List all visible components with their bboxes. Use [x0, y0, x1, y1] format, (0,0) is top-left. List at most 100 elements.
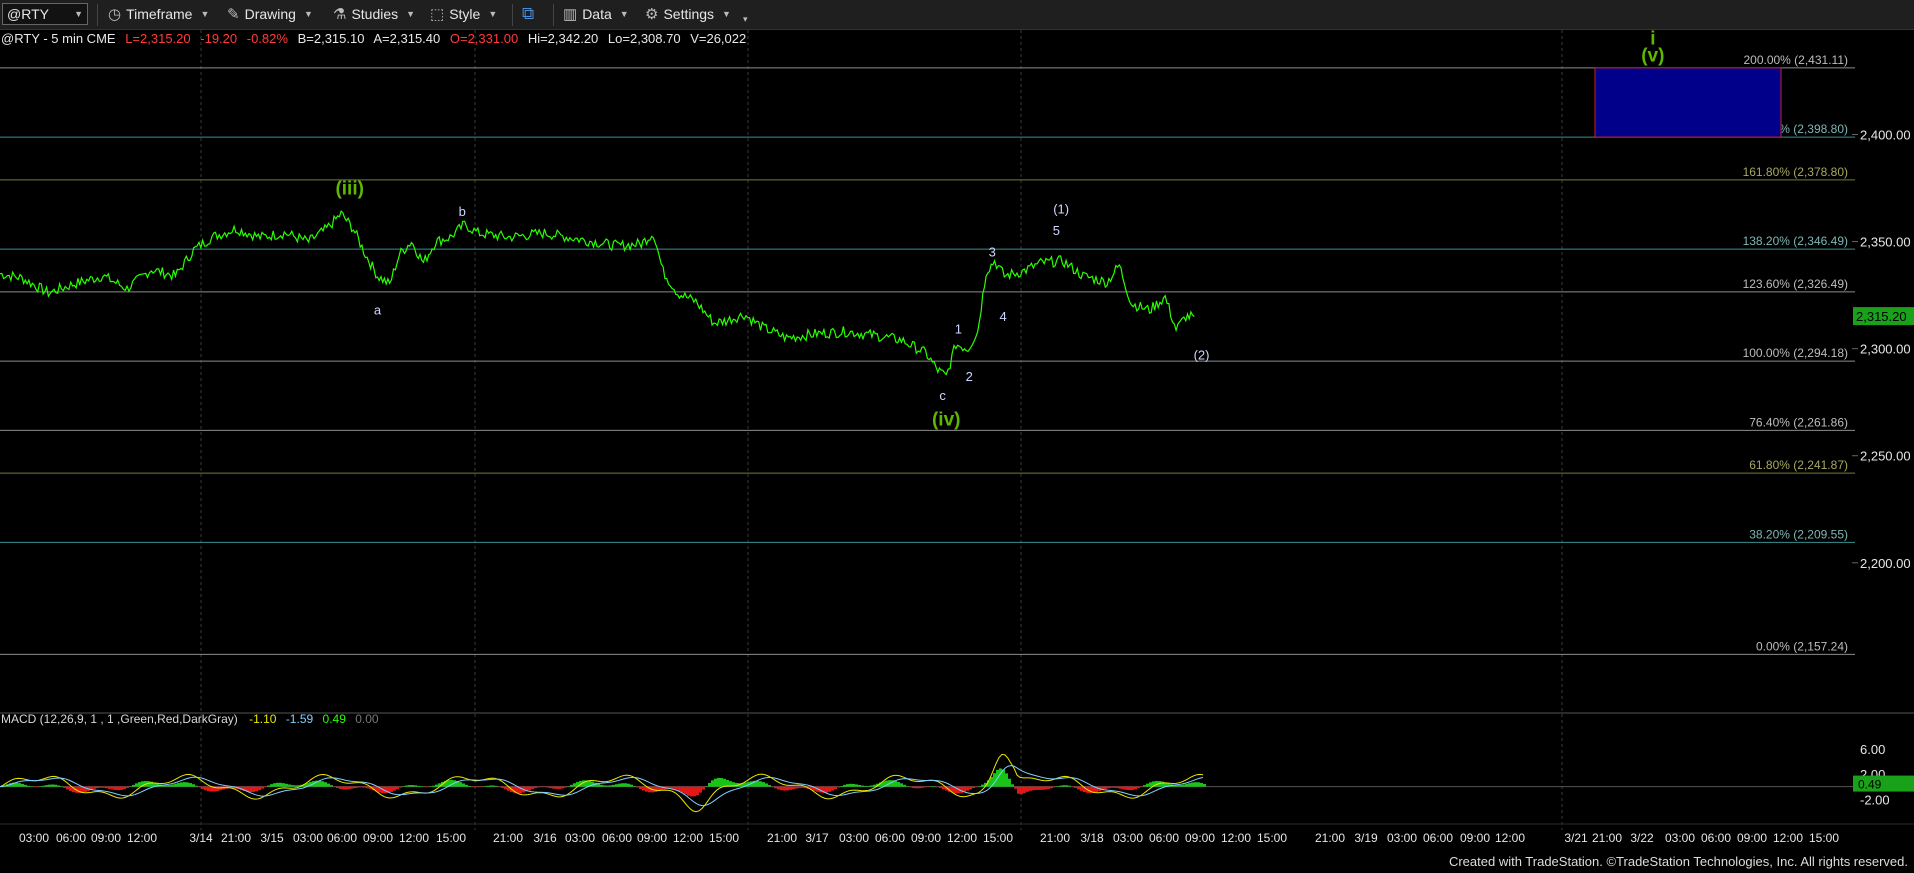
overflow-caret-icon[interactable]: ▾ [743, 8, 748, 30]
macd-histogram-bar [768, 785, 771, 787]
wave-label: a [374, 302, 382, 317]
macd-histogram-bar [609, 785, 612, 787]
macd-histogram-bar [426, 786, 429, 788]
macd-histogram-bar [354, 786, 357, 788]
macd-histogram-bar [330, 785, 333, 787]
macd-histogram-bar [1200, 782, 1203, 787]
time-axis-label: 03:00 [1387, 831, 1417, 845]
macd-histogram-bar [201, 786, 204, 789]
timeframe-menu[interactable]: ◷ Timeframe ▼ [108, 3, 209, 25]
chevron-down-icon: ▼ [200, 9, 210, 19]
macd-label: MACD (12,26,9, 1 , 1 ,Green,Red,DarkGray… [1, 712, 238, 726]
macd-histogram-bar [414, 785, 417, 787]
macd-histogram-bar [675, 786, 678, 790]
wave-label: 5 [1053, 223, 1060, 238]
wave-label: b [459, 204, 466, 219]
macd-histogram-bar [51, 784, 54, 787]
time-axis-label: 09:00 [637, 831, 667, 845]
style-menu[interactable]: ⬚ Style ▼ [430, 3, 497, 25]
macd-histogram-bar [195, 785, 198, 787]
price-chart[interactable]: 200.00% (2,431.11)176.40% (2,398.80)161.… [0, 30, 1914, 873]
macd-signal-value: -1.59 [286, 712, 314, 726]
macd-histogram-bar [774, 786, 777, 789]
time-axis-label: 12:00 [1221, 831, 1251, 845]
time-axis-label: 06:00 [875, 831, 905, 845]
macd-histogram-bar [792, 786, 795, 790]
macd-histogram-bar [561, 786, 564, 789]
macd-histogram-bar [105, 786, 108, 789]
macd-histogram-bar [642, 786, 645, 791]
macd-histogram-bar [972, 786, 975, 788]
quote-header: @RTY - 5 min CME L=2,315.20 -19.20 -0.82… [1, 31, 746, 46]
macd-histogram-bar [408, 785, 411, 787]
chevron-down-icon: ▼ [406, 9, 416, 19]
macd-histogram-bar [858, 785, 861, 787]
macd-histogram-bar [336, 786, 339, 789]
macd-histogram-bar [129, 786, 132, 787]
macd-histogram-bar [45, 785, 48, 787]
macd-histogram-bar [1062, 785, 1065, 787]
macd-histogram-bar [864, 785, 867, 787]
time-axis-label: 12:00 [1495, 831, 1525, 845]
macd-histogram-bar [249, 786, 252, 793]
macd-histogram-bar [270, 784, 273, 787]
macd-histogram-bar [123, 786, 126, 790]
macd-histogram-bar [978, 786, 981, 787]
drawing-menu[interactable]: ✎ Drawing ▼ [227, 3, 313, 25]
time-axis-label: 03:00 [1665, 831, 1695, 845]
macd-histogram-bar [1041, 786, 1044, 790]
chevron-down-icon: ▼ [74, 9, 83, 19]
time-axis-label: 15:00 [709, 831, 739, 845]
time-axis-label: 3/17 [805, 831, 829, 845]
macd-histogram-bar [690, 786, 693, 797]
macd-histogram-bar [435, 784, 438, 787]
macd-histogram-bar [567, 786, 570, 787]
macd-histogram-bar [1113, 786, 1116, 788]
macd-histogram-bar [624, 783, 627, 787]
macd-histogram-bar [342, 786, 345, 790]
macd-zero-value: 0.00 [355, 712, 379, 726]
macd-histogram-bar [486, 785, 489, 787]
layout-icon: ⧉ [522, 4, 535, 23]
macd-histogram-bar [1077, 786, 1080, 790]
macd-histogram-bar [57, 785, 60, 787]
macd-histogram-bar [360, 786, 363, 788]
macd-histogram-bar [291, 785, 294, 787]
macd-histogram-bar [903, 784, 906, 787]
macd-histogram-bar [786, 786, 789, 791]
macd-histogram-bar [720, 777, 723, 787]
macd-histogram-bar [1191, 782, 1194, 787]
wave-label: (iii) [335, 178, 364, 199]
fib-level-label: 38.20% (2,209.55) [1749, 527, 1848, 541]
macd-histogram-bar [390, 786, 393, 792]
macd-histogram-bar [714, 778, 717, 787]
studies-menu[interactable]: ⚗ Studies ▼ [333, 3, 415, 25]
macd-histogram-bar [639, 786, 642, 790]
macd-histogram-bar [975, 786, 978, 788]
macd-histogram-bar [120, 786, 123, 790]
high-price: Hi=2,342.20 [528, 31, 598, 46]
macd-histogram-bar [465, 784, 468, 787]
clock-icon: ◷ [108, 6, 122, 23]
macd-histogram-bar [498, 786, 501, 788]
macd-histogram-bar [1050, 786, 1053, 789]
symbol-selector[interactable]: @RTY ▼ [2, 3, 88, 25]
macd-histogram-bar [1023, 786, 1026, 794]
data-menu[interactable]: ▥ Data ▼ [563, 3, 629, 25]
bid-price: B=2,315.10 [298, 31, 365, 46]
macd-histogram-bar [1119, 786, 1122, 789]
macd-histogram-bar [285, 783, 288, 787]
macd-histogram-bar [636, 786, 639, 788]
time-axis-label: 3/14 [189, 831, 213, 845]
settings-menu[interactable]: ⚙ Settings ▼ [645, 3, 731, 25]
macd-histogram-bar [912, 786, 915, 789]
macd-histogram-bar [930, 786, 933, 788]
macd-histogram-bar [1071, 786, 1074, 788]
macd-histogram-bar [615, 784, 618, 787]
layout-button[interactable]: ⧉ [522, 3, 539, 25]
macd-histogram-bar [1035, 786, 1038, 790]
macd-histogram-bar [534, 786, 537, 789]
macd-histogram-bar [168, 784, 171, 787]
macd-histogram-bar [1203, 783, 1206, 787]
fib-level-label: 123.60% (2,326.49) [1743, 277, 1848, 291]
